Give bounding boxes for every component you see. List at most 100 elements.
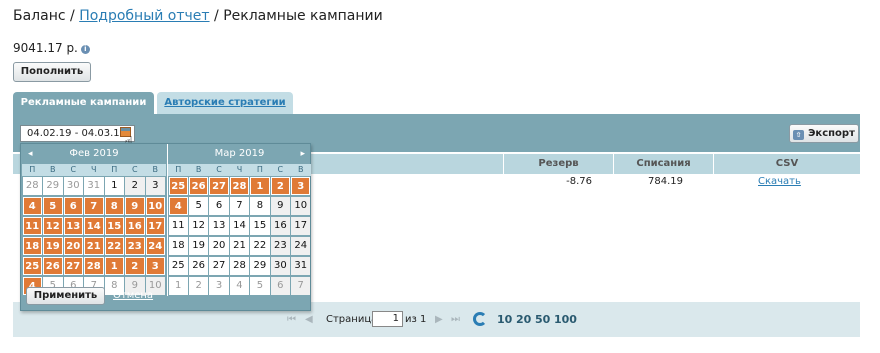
calendar-day[interactable]: 7 — [229, 197, 250, 215]
last-page-icon[interactable]: ⏭ — [451, 314, 460, 325]
calendar-day[interactable]: 30 — [63, 177, 83, 195]
calendar-day[interactable]: 21 — [229, 237, 250, 255]
calendar-day[interactable]: 15 — [104, 217, 124, 235]
calendar-day[interactable]: 28 — [229, 177, 250, 195]
calendar-day[interactable]: 12 — [188, 217, 209, 235]
calendar-day[interactable]: 10 — [145, 197, 165, 215]
calendar-day[interactable]: 18 — [168, 237, 188, 255]
tab-author-strategies[interactable]: Авторские стратегии — [157, 92, 293, 114]
calendar-day[interactable]: 1 — [104, 177, 124, 195]
refresh-icon[interactable] — [473, 312, 487, 326]
calendar-day[interactable]: 20 — [209, 237, 229, 255]
calendar-day[interactable]: 31 — [84, 177, 104, 195]
calendar-day[interactable]: 12 — [43, 217, 63, 235]
next-page-icon[interactable]: ▶ — [435, 314, 443, 325]
page-number-input[interactable]: 1 — [372, 311, 403, 327]
calendar-day[interactable]: 18 — [22, 237, 42, 255]
calendar-day[interactable]: 11 — [168, 217, 188, 235]
topup-button[interactable]: Пополнить — [13, 62, 91, 82]
column-header-reserve[interactable]: Резерв — [503, 154, 613, 174]
breadcrumb-root: Баланс — [13, 8, 66, 24]
calendar-day[interactable]: 29 — [43, 177, 63, 195]
column-header-charges[interactable]: Списания — [613, 154, 713, 174]
page-size-20[interactable]: 20 — [516, 313, 531, 326]
calendar-week: 11 12 13 14 15 16 17 — [22, 216, 166, 236]
calendar-day[interactable]: 2 — [125, 177, 145, 195]
calendar-day[interactable]: 14 — [229, 217, 250, 235]
calendar-day[interactable]: 19 — [43, 237, 63, 255]
calendar-day[interactable]: 29 — [250, 257, 270, 275]
calendar-day[interactable]: 27 — [209, 257, 229, 275]
page-size-100[interactable]: 100 — [554, 313, 577, 326]
calendar-day[interactable]: 20 — [63, 237, 83, 255]
calendar-day[interactable]: 24 — [291, 237, 311, 255]
calendar-day[interactable]: 21 — [84, 237, 104, 255]
balance: 9041.17 р. i — [13, 41, 90, 55]
cancel-link[interactable]: Отмена — [113, 290, 153, 301]
calendar-day[interactable]: 26 — [188, 257, 209, 275]
calendar-day[interactable]: 5 — [188, 197, 209, 215]
date-range-input[interactable]: 04.02.19 - 04.03.19 — [20, 125, 135, 142]
calendar-day[interactable]: 17 — [145, 217, 165, 235]
calendar-day[interactable]: 14 — [84, 217, 104, 235]
calendar-day[interactable]: 31 — [291, 257, 311, 275]
weekday-label: Ч — [91, 165, 97, 174]
tab-campaigns[interactable]: Рекламные кампании — [13, 92, 154, 114]
calendar-day[interactable]: 9 — [270, 197, 291, 215]
column-header-csv[interactable]: CSV — [713, 154, 860, 174]
calendar-day[interactable]: 27 — [209, 177, 229, 195]
calendar-day[interactable]: 13 — [63, 217, 83, 235]
page-size-10[interactable]: 10 — [497, 313, 512, 326]
apply-button[interactable]: Применить — [26, 287, 105, 305]
prev-page-icon[interactable]: ◀ — [305, 314, 313, 325]
cell-reserve: -8.76 — [566, 176, 592, 187]
calendar-day[interactable]: 3 — [145, 257, 165, 275]
calendar-day[interactable]: 3 — [291, 177, 311, 195]
calendar-day[interactable]: 15 — [250, 217, 270, 235]
prev-month-icon[interactable]: ◂ — [28, 144, 33, 164]
calendar-day[interactable]: 28 — [229, 257, 250, 275]
calendar-day[interactable]: 16 — [270, 217, 291, 235]
calendar-day[interactable]: 13 — [209, 217, 229, 235]
calendar-day[interactable]: 16 — [125, 217, 145, 235]
calendar-day[interactable]: 10 — [291, 197, 311, 215]
calendar-day[interactable]: 1 — [250, 177, 270, 195]
calendar-day[interactable]: 1 — [104, 257, 124, 275]
calendar-day[interactable]: 8 — [104, 197, 124, 215]
calendar-day[interactable]: 30 — [270, 257, 291, 275]
calendar-day[interactable]: 24 — [145, 237, 165, 255]
calendar-day[interactable]: 2 — [270, 177, 291, 195]
calendar-day[interactable]: 28 — [84, 257, 104, 275]
calendar-day[interactable]: 23 — [125, 237, 145, 255]
calendar-day[interactable]: 4 — [22, 197, 42, 215]
calendar-day[interactable]: 22 — [250, 237, 270, 255]
calendar-day[interactable]: 9 — [125, 197, 145, 215]
calendar-day[interactable]: 28 — [22, 177, 42, 195]
calendar-day[interactable]: 3 — [145, 177, 165, 195]
calendar-day[interactable]: 4 — [168, 197, 188, 215]
page-size-50[interactable]: 50 — [535, 313, 550, 326]
next-month-icon[interactable]: ▸ — [300, 144, 305, 164]
info-icon[interactable]: i — [80, 45, 90, 54]
calendar-day[interactable]: 26 — [188, 177, 209, 195]
calendar-day[interactable]: 26 — [43, 257, 63, 275]
calendar-day[interactable]: 25 — [168, 177, 188, 195]
download-csv-link[interactable]: Скачать — [758, 176, 801, 187]
calendar-day[interactable]: 6 — [63, 197, 83, 215]
calendar-day[interactable]: 7 — [84, 197, 104, 215]
calendar-day[interactable]: 5 — [43, 197, 63, 215]
calendar-day[interactable]: 17 — [291, 217, 311, 235]
calendar-day[interactable]: 25 — [168, 257, 188, 275]
breadcrumb-link-report[interactable]: Подробный отчет — [79, 8, 209, 24]
calendar-day[interactable]: 19 — [188, 237, 209, 255]
calendar-day[interactable]: 11 — [22, 217, 42, 235]
calendar-day[interactable]: 25 — [22, 257, 42, 275]
calendar-day[interactable]: 22 — [104, 237, 124, 255]
calendar-day[interactable]: 2 — [125, 257, 145, 275]
calendar-day[interactable]: 23 — [270, 237, 291, 255]
calendar-day[interactable]: 8 — [250, 197, 270, 215]
calendar-day[interactable]: 6 — [209, 197, 229, 215]
calendar-day[interactable]: 27 — [63, 257, 83, 275]
export-button[interactable]: ⇧ Экспорт — [789, 124, 859, 143]
first-page-icon[interactable]: ⏮ — [287, 314, 296, 325]
